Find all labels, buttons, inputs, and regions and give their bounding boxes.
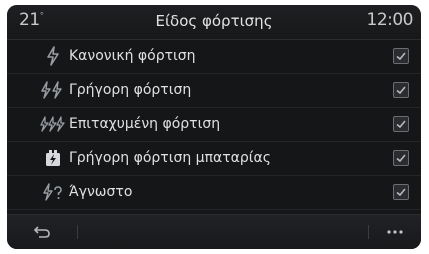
check-icon (396, 154, 406, 163)
list-item-fast-charge[interactable]: Γρήγορη φόρτιση (7, 74, 421, 108)
unknown-charge-icon (37, 182, 69, 202)
fast-charge-icon (37, 80, 69, 100)
more-options-button[interactable] (383, 223, 407, 241)
battery-fast-charge-icon (37, 148, 69, 168)
checkbox[interactable] (393, 184, 409, 200)
footer-bar (7, 214, 421, 249)
page-title: Είδος φόρτισης (155, 12, 273, 30)
list-item-label: Άγνωστο (69, 184, 133, 200)
list-item-label: Γρήγορη φόρτιση (69, 82, 192, 98)
outside-temperature: 21° (19, 10, 44, 30)
list-item-label: Γρήγορη φόρτιση μπαταρίας (69, 150, 271, 166)
checkbox[interactable] (393, 150, 409, 166)
list-item-battery-fast-charge[interactable]: Γρήγορη φόρτιση μπαταρίας (7, 142, 421, 176)
check-icon (396, 188, 406, 197)
check-icon (396, 52, 406, 61)
normal-charge-icon (37, 46, 69, 66)
check-icon (396, 86, 406, 95)
list-item-normal-charge[interactable]: Κανονική φόρτιση (7, 40, 421, 74)
temperature-unit: ° (39, 11, 45, 22)
temperature-value: 21 (19, 10, 40, 30)
clock: 12:00 (366, 10, 414, 30)
list-item-label: Κανονική φόρτιση (69, 48, 196, 64)
list-item-unknown-charge[interactable]: Άγνωστο (7, 176, 421, 210)
back-arrow-icon (33, 226, 50, 238)
check-icon (396, 120, 406, 129)
charging-type-list: Κανονική φόρτιση Γρήγορη φόρτιση Επιταχυ… (7, 40, 421, 210)
checkbox[interactable] (393, 48, 409, 64)
checkbox[interactable] (393, 82, 409, 98)
list-item-label: Επιταχυμένη φόρτιση (69, 116, 221, 132)
footer-divider (368, 225, 369, 239)
footer-divider (77, 225, 78, 239)
screen: 21° Είδος φόρτισης 12:00 Κανονική φόρτισ… (7, 5, 421, 249)
checkbox[interactable] (393, 116, 409, 132)
list-item-accelerated-charge[interactable]: Επιταχυμένη φόρτιση (7, 108, 421, 142)
header-bar: 21° Είδος φόρτισης 12:00 (7, 5, 421, 40)
back-button[interactable] (31, 223, 53, 241)
more-options-icon (387, 230, 403, 234)
accelerated-charge-icon (37, 114, 69, 134)
